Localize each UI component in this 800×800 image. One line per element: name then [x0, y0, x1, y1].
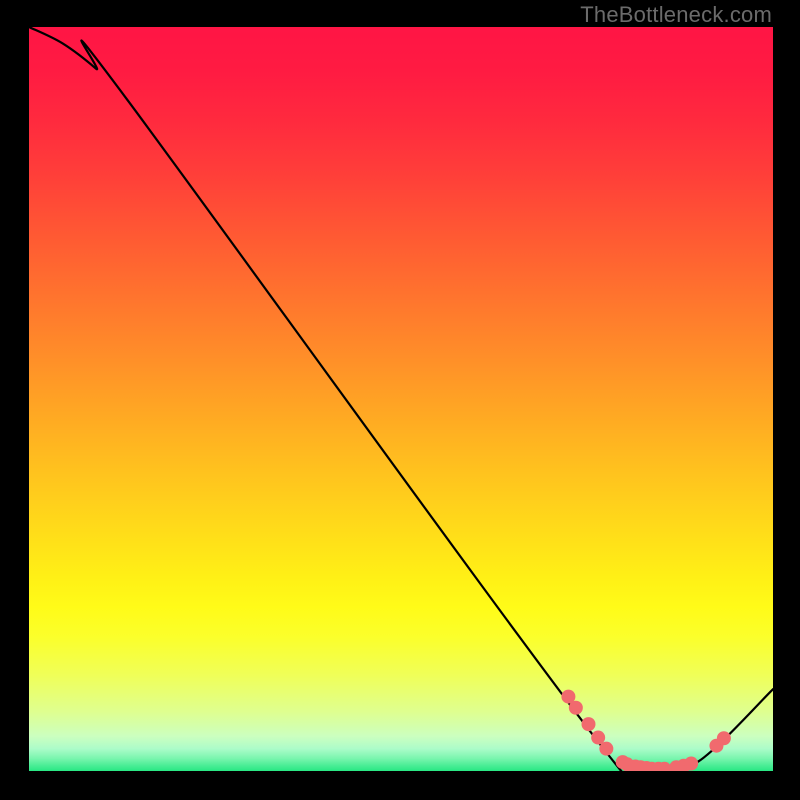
chart-stage: TheBottleneck.com	[0, 0, 800, 800]
plot-area	[29, 27, 773, 771]
marker-dot	[599, 742, 613, 756]
gradient-background	[29, 27, 773, 771]
marker-dot	[684, 757, 698, 771]
marker-dot	[569, 701, 583, 715]
marker-dot	[717, 731, 731, 745]
chart-svg	[29, 27, 773, 771]
marker-dot	[591, 731, 605, 745]
marker-dot	[581, 717, 595, 731]
watermark-text: TheBottleneck.com	[580, 2, 772, 28]
